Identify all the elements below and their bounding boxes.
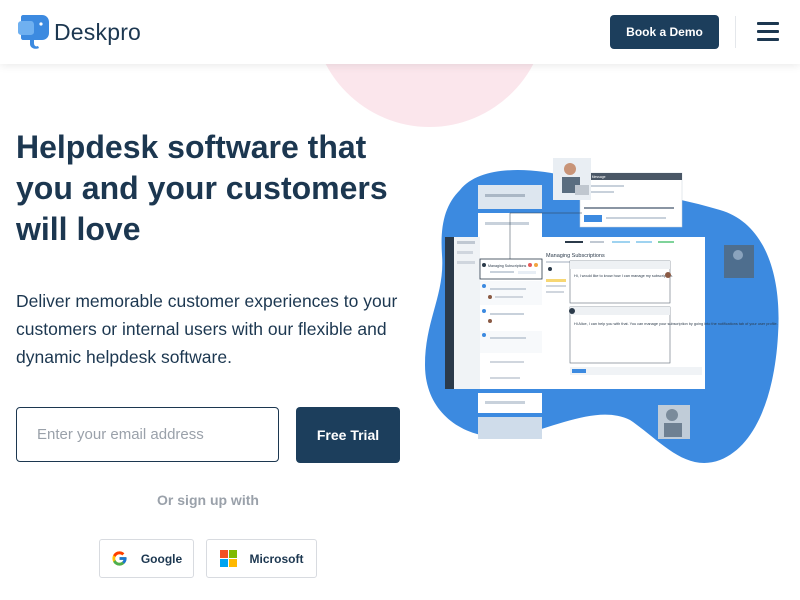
microsoft-signup-button[interactable]: Microsoft — [206, 539, 317, 578]
email-input[interactable] — [16, 407, 279, 462]
message-1: Hi, I would like to know how I can manag… — [574, 274, 673, 278]
logo-text: Deskpro — [54, 18, 142, 45]
ticket-subject: Managing Subscriptions — [488, 264, 527, 268]
google-signup-button[interactable]: Google — [99, 539, 194, 578]
deskpro-elephant-icon — [18, 15, 49, 49]
book-demo-button[interactable]: Book a Demo — [610, 15, 719, 49]
helpdesk-mockup-graphic: Managing Subscriptions Managing Subscrip… — [425, 158, 779, 463]
hero-headline: Helpdesk software that you and your cust… — [16, 129, 388, 247]
avatar-right-photo — [724, 245, 754, 278]
compose-popup: New Message — [579, 172, 683, 228]
logo[interactable]: Deskpro — [18, 15, 141, 49]
header-divider — [735, 16, 736, 48]
microsoft-icon — [219, 550, 237, 567]
or-sign-up-label: Or sign up with — [157, 492, 259, 508]
hamburger-menu-icon[interactable] — [757, 22, 779, 42]
microsoft-label: Microsoft — [249, 551, 304, 566]
avatar-bottom-photo — [658, 405, 690, 439]
site-header: Deskpro Book a Demo — [0, 0, 800, 64]
free-trial-button[interactable]: Free Trial — [296, 407, 400, 463]
panel-title: Managing Subscriptions — [546, 253, 605, 259]
google-icon — [112, 551, 127, 566]
avatar-man-photo — [553, 158, 591, 200]
google-label: Google — [140, 551, 183, 566]
product-illustration: Managing Subscriptions Managing Subscrip… — [420, 155, 800, 470]
message-2: Hi Alice, I can help you with that. You … — [574, 322, 778, 326]
hero-subtext: Deliver memorable customer experiences t… — [16, 291, 398, 367]
